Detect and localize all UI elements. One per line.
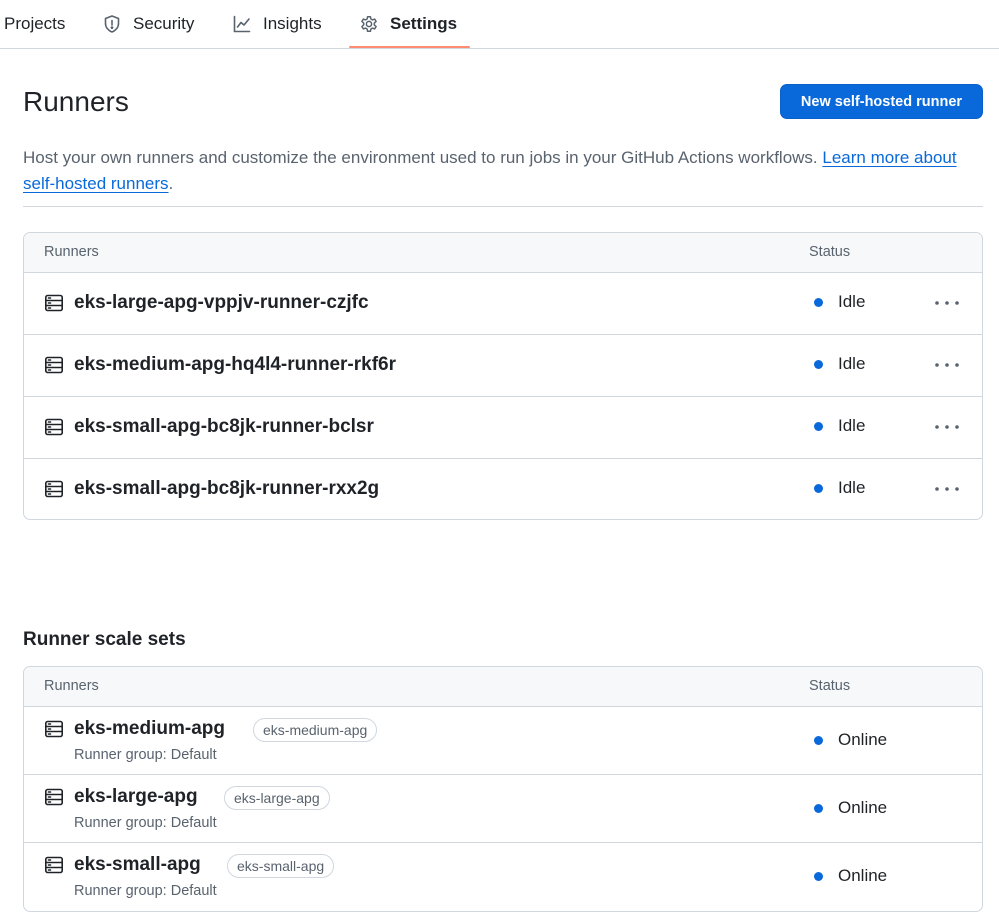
scale-set-status-label: Online [838,730,888,749]
status-dot [814,871,823,881]
runner-status: Idle [814,292,865,312]
page-title: Runners [23,86,129,117]
tab-settings-label: Settings [390,14,458,33]
runner-row: eks-medium-apg-hq4l4-runner-rkf6r Idle [24,335,982,397]
scale-set-status-label: Online [838,866,888,885]
status-dot [814,297,823,307]
col-runners-header: Runners [44,244,99,260]
kebab-menu-icon[interactable] [932,417,962,437]
scale-set-status: Online [814,866,887,886]
server-icon [44,417,64,437]
server-icon [44,719,64,739]
scale-sets-table-header: Runners Status [24,667,982,707]
scale-set-status: Online [814,730,887,750]
graph-icon [232,14,252,34]
runner-status-label: Idle [838,478,866,497]
tab-settings[interactable]: Settings [359,0,457,48]
kebab-menu-icon[interactable] [932,293,962,313]
col-status-header: Status [809,678,851,694]
page-description: Host your own runners and customize the … [23,145,983,197]
server-icon [44,787,64,807]
scale-set-row: eks-medium-apg eks-medium-apg Runner gro… [24,707,982,775]
active-tab-indicator [349,46,470,48]
runner-status-label: Idle [838,354,866,373]
kebab-menu-icon[interactable] [932,479,962,499]
runner-name-link[interactable]: eks-medium-apg-hq4l4-runner-rkf6r [74,354,396,376]
scale-set-row: eks-small-apg eks-small-apg Runner group… [24,843,982,911]
scale-set-name-link[interactable]: eks-small-apg [74,854,201,876]
shield-icon [102,14,122,34]
server-icon [44,293,64,313]
kebab-menu-icon[interactable] [932,355,962,375]
scale-set-label-badge: eks-large-apg [224,786,330,810]
runner-status: Idle [814,478,865,498]
col-status-header: Status [809,244,851,260]
server-icon [44,855,64,875]
repo-tab-nav: Projects Security Insights Settings [0,0,999,49]
tab-insights[interactable]: Insights [232,0,322,48]
status-dot [814,421,823,431]
scale-set-label-badge: eks-small-apg [227,854,335,878]
scale-sets-title: Runner scale sets [23,629,186,650]
tab-security-label: Security [133,14,195,33]
scale-set-row: eks-large-apg eks-large-apg Runner group… [24,775,982,843]
scale-set-status: Online [814,798,887,818]
tab-projects[interactable]: Projects [4,0,65,48]
scale-sets-table: Runners Status eks-medium-apg eks-medium… [23,666,983,912]
description-period: . [168,174,174,193]
scale-set-name-link[interactable]: eks-large-apg [74,786,198,808]
description-text: Host your own runners and customize the … [23,148,823,167]
runner-group-text: Runner group: Default [74,883,217,899]
scale-set-label-badge: eks-medium-apg [253,718,378,742]
runner-name-link[interactable]: eks-small-apg-bc8jk-runner-bclsr [74,416,374,438]
scale-set-name-link[interactable]: eks-medium-apg [74,718,225,740]
runners-table-header: Runners Status [24,233,982,273]
col-runners-header: Runners [44,678,99,694]
runner-name-link[interactable]: eks-small-apg-bc8jk-runner-rxx2g [74,478,379,500]
runner-group-text: Runner group: Default [74,815,217,831]
runner-row: eks-small-apg-bc8jk-runner-bclsr Idle [24,397,982,459]
runner-status: Idle [814,416,865,436]
scale-set-status-label: Online [838,798,888,817]
runner-status-label: Idle [838,416,866,435]
runner-status-label: Idle [838,292,866,311]
runner-name-link[interactable]: eks-large-apg-vppjv-runner-czjfc [74,292,369,314]
tab-security[interactable]: Security [102,0,194,48]
runner-row: eks-large-apg-vppjv-runner-czjfc Idle [24,273,982,335]
runner-group-text: Runner group: Default [74,747,217,763]
gear-icon [359,14,379,34]
status-dot [814,359,823,369]
status-dot [814,803,823,813]
server-icon [44,355,64,375]
header-divider [23,206,983,207]
status-dot [814,483,823,493]
tab-projects-label: Projects [4,14,66,33]
new-runner-button[interactable]: New self-hosted runner [780,84,983,119]
server-icon [44,479,64,499]
tab-insights-label: Insights [263,14,322,33]
runner-row: eks-small-apg-bc8jk-runner-rxx2g Idle [24,459,982,519]
runner-status: Idle [814,354,865,374]
status-dot [814,735,823,745]
runners-table: Runners Status eks-large-apg-vppjv-runne… [23,232,983,520]
